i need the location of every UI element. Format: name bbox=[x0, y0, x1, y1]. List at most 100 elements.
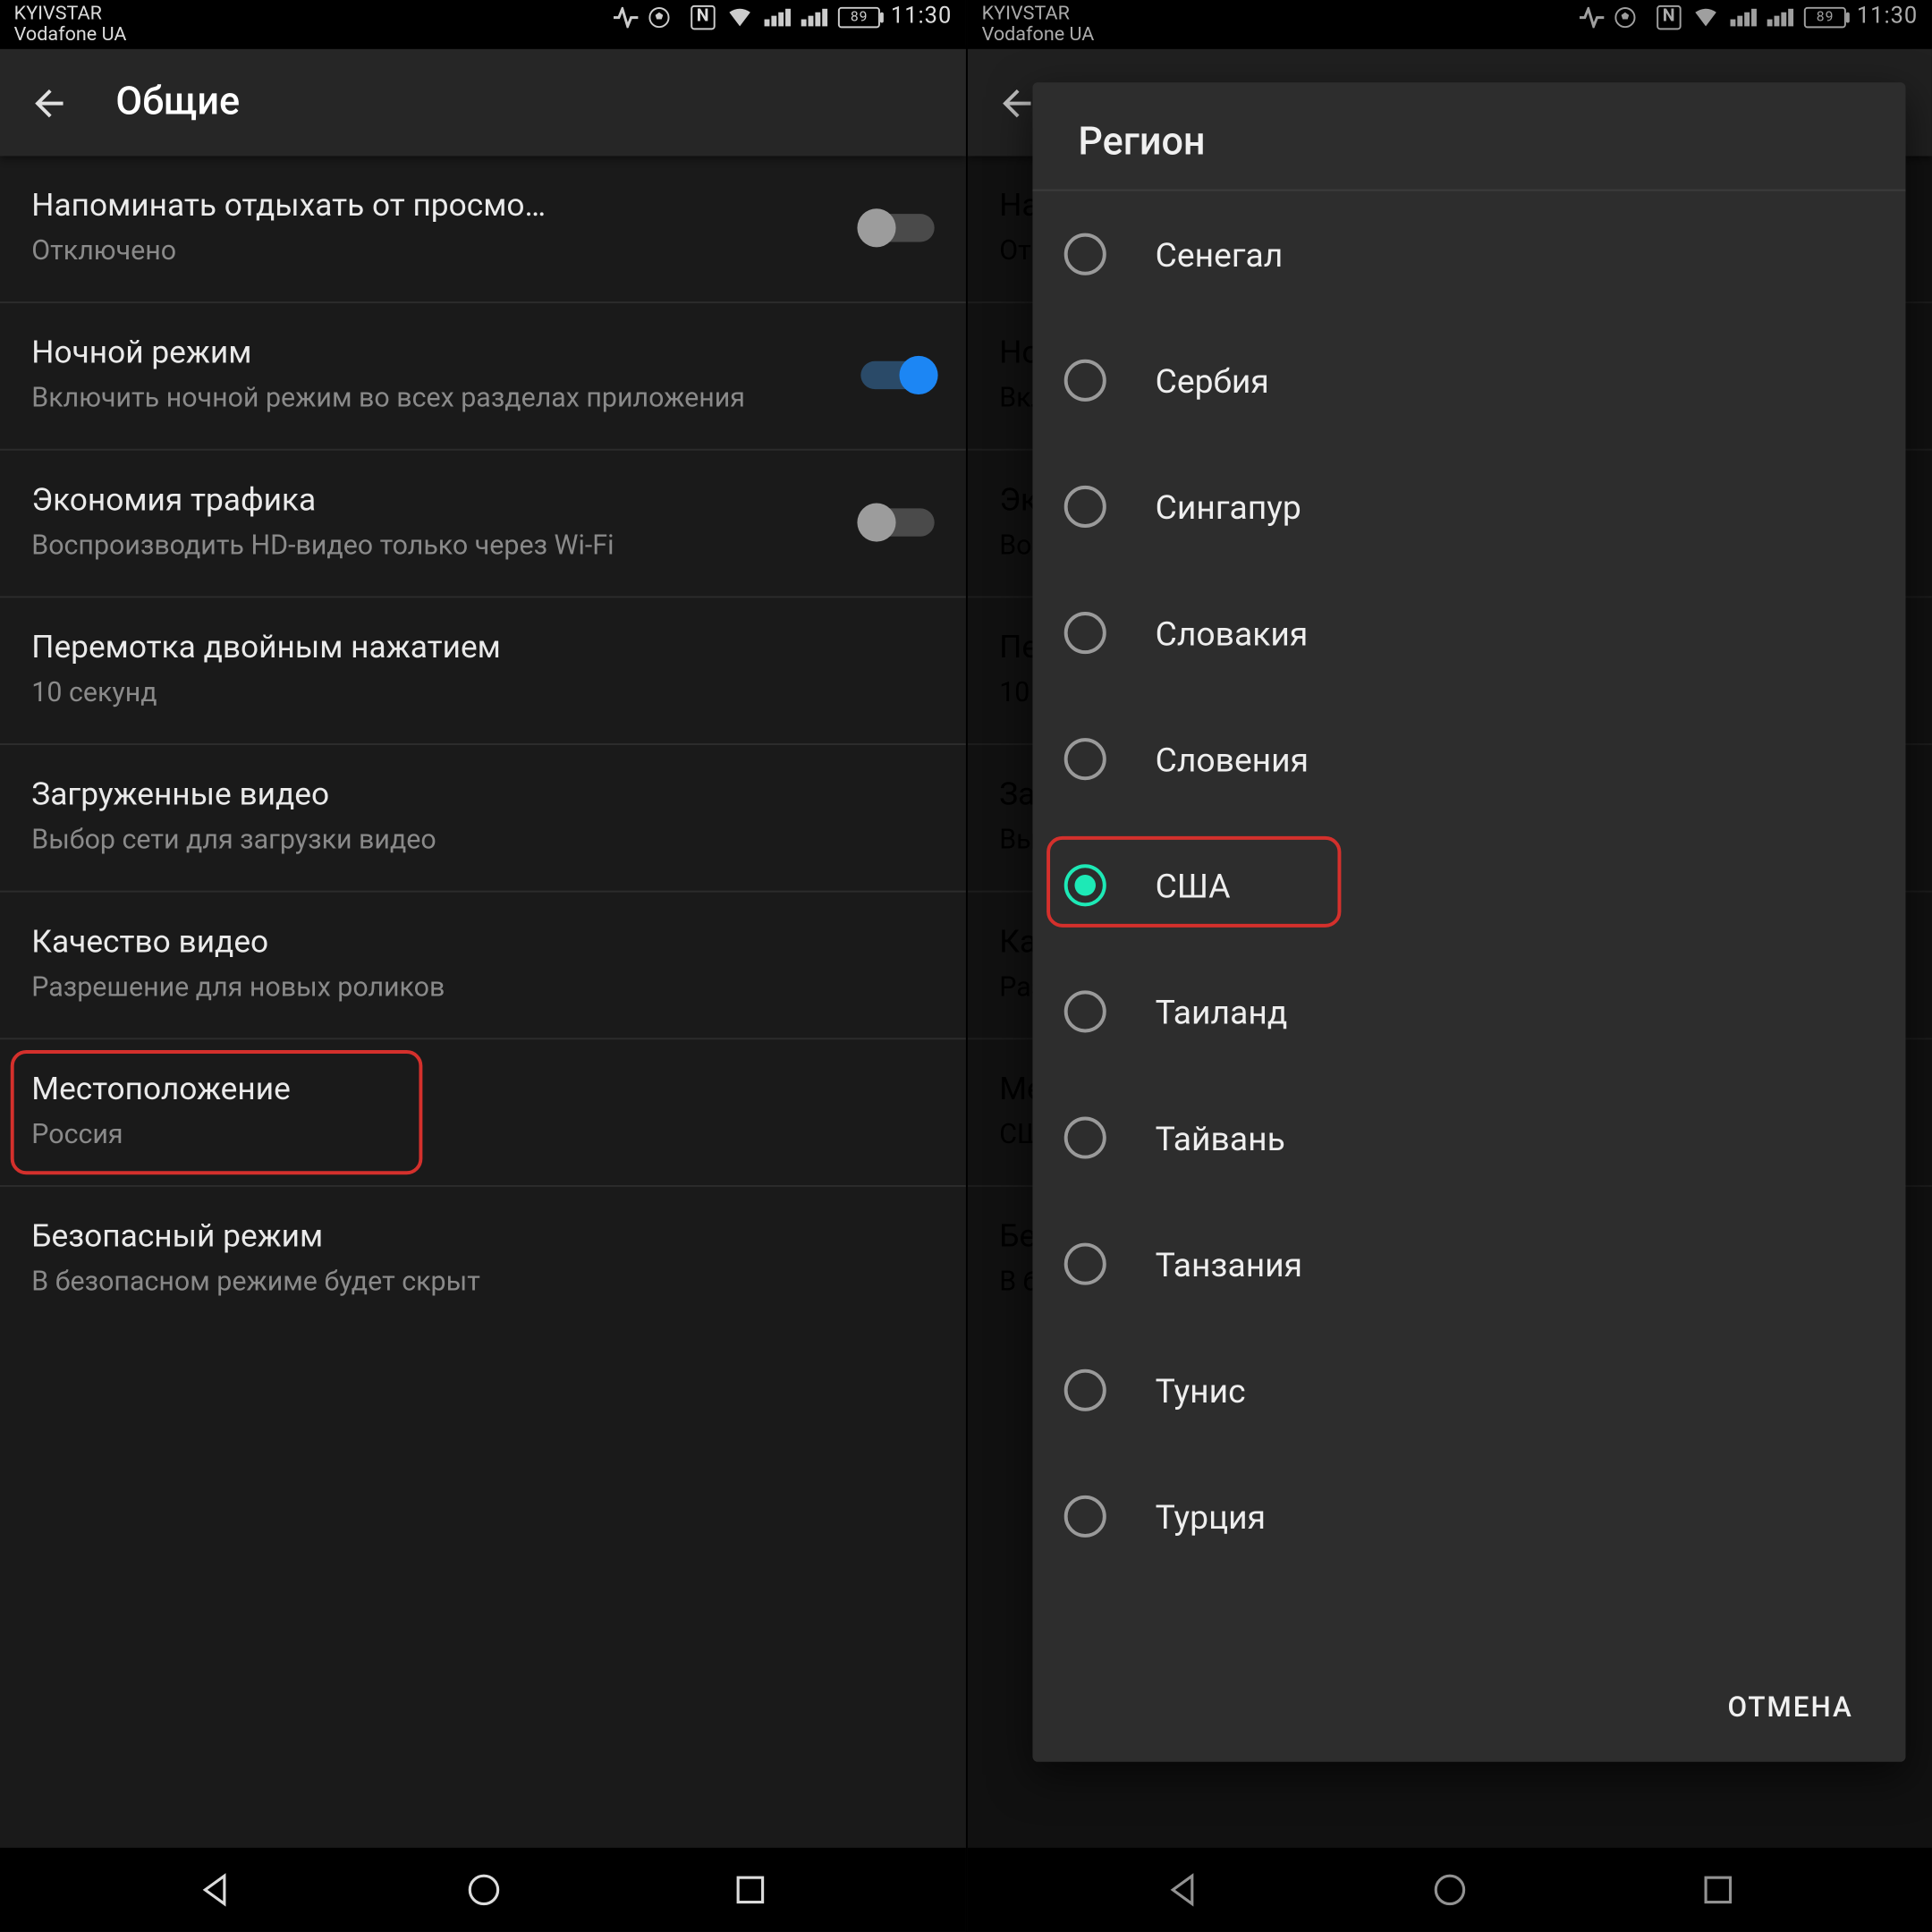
wifi-icon bbox=[726, 6, 754, 28]
option-label: Сербия bbox=[1156, 360, 1269, 401]
option-label: Тунис bbox=[1156, 1370, 1246, 1411]
setting-night-mode[interactable]: Ночной режим Включить ночной режим во вс… bbox=[0, 303, 966, 451]
setting-downloaded-videos[interactable]: Загруженные видео Выбор сети для загрузк… bbox=[0, 745, 966, 893]
activity-icon bbox=[1580, 6, 1604, 28]
radio-icon bbox=[1064, 486, 1106, 528]
app-bar: Общие bbox=[0, 49, 966, 157]
option-label: Сингапур bbox=[1156, 487, 1301, 527]
region-option-thailand[interactable]: Таиланд bbox=[1032, 948, 1905, 1074]
setting-break-reminder[interactable]: Напоминать отдыхать от просмо… Отключено bbox=[0, 156, 966, 303]
arrow-left-icon bbox=[28, 81, 70, 123]
setting-double-tap-seek[interactable]: Перемотка двойным нажатием 10 секунд bbox=[0, 597, 966, 745]
toggle-night-mode[interactable] bbox=[860, 361, 934, 389]
carrier-2: Vodafone UA bbox=[982, 24, 1095, 46]
battery-icon: 89 bbox=[1804, 6, 1846, 28]
carrier-1: KYIVSTAR bbox=[14, 4, 127, 25]
setting-safe-mode[interactable]: Безопасный режим В безопасном режиме буд… bbox=[0, 1187, 966, 1333]
region-option-usa[interactable]: США bbox=[1032, 822, 1905, 948]
circle-home-icon bbox=[465, 1872, 500, 1907]
radio-icon bbox=[1064, 233, 1106, 275]
battery-icon: 89 bbox=[838, 6, 880, 28]
setting-title: Перемотка двойным нажатием bbox=[31, 628, 934, 670]
region-option-tanzania[interactable]: Танзания bbox=[1032, 1201, 1905, 1327]
setting-subtitle: Россия bbox=[31, 1117, 934, 1154]
toggle-break-reminder[interactable] bbox=[860, 214, 934, 242]
signal-1-icon bbox=[1731, 8, 1757, 26]
radio-icon bbox=[1064, 1496, 1106, 1538]
region-option-taiwan[interactable]: Тайвань bbox=[1032, 1074, 1905, 1200]
dialog-actions: ОТМЕНА bbox=[1032, 1658, 1905, 1762]
arrow-left-icon bbox=[996, 81, 1038, 123]
option-label: Словения bbox=[1156, 739, 1309, 779]
region-option-list[interactable]: Сенегал Сербия Сингапур Словакия Словени… bbox=[1032, 191, 1905, 1659]
dialog-title: Регион bbox=[1032, 82, 1905, 191]
clock: 11:30 bbox=[891, 4, 952, 30]
status-bar: KYIVSTAR Vodafone UA N 89 11:30 bbox=[968, 0, 1932, 49]
back-button[interactable] bbox=[14, 67, 84, 137]
nav-back[interactable] bbox=[1130, 1855, 1235, 1925]
signal-2-icon bbox=[1767, 8, 1793, 26]
radio-icon bbox=[1064, 738, 1106, 780]
settings-list: Напоминать отдыхать от просмо… Отключено… bbox=[0, 156, 966, 1847]
cancel-button[interactable]: ОТМЕНА bbox=[1710, 1676, 1870, 1738]
phone-settings: KYIVSTAR Vodafone UA N 89 11:30 bbox=[0, 0, 966, 1932]
radio-icon bbox=[1064, 1243, 1106, 1285]
radio-icon bbox=[1064, 1117, 1106, 1159]
region-dialog: Регион Сенегал Сербия Сингапур Словакия … bbox=[1032, 82, 1905, 1762]
square-recent-icon bbox=[1701, 1874, 1733, 1905]
setting-title: Качество видео bbox=[31, 922, 934, 964]
page-title: Общие bbox=[115, 80, 240, 124]
setting-subtitle: Отключено bbox=[31, 233, 826, 270]
setting-title: Местоположение bbox=[31, 1070, 934, 1112]
nfc-icon: N bbox=[1657, 4, 1681, 29]
region-option-slovenia[interactable]: Словения bbox=[1032, 696, 1905, 822]
signal-2-icon bbox=[801, 8, 827, 26]
clock: 11:30 bbox=[1857, 4, 1918, 30]
option-label: Танзания bbox=[1156, 1244, 1302, 1284]
carrier-2: Vodafone UA bbox=[14, 24, 127, 46]
status-bar: KYIVSTAR Vodafone UA N 89 11:30 bbox=[0, 0, 966, 49]
radio-selected-icon bbox=[1064, 864, 1106, 906]
wifi-icon bbox=[1692, 6, 1720, 28]
triangle-back-icon bbox=[1165, 1872, 1199, 1907]
option-label: Таиланд bbox=[1156, 991, 1288, 1031]
setting-subtitle: Разрешение для новых роликов bbox=[31, 970, 934, 1006]
toggle-data-saver[interactable] bbox=[860, 508, 934, 536]
radio-icon bbox=[1064, 612, 1106, 654]
circle-home-icon bbox=[1432, 1872, 1467, 1907]
region-option-singapore[interactable]: Сингапур bbox=[1032, 444, 1905, 570]
setting-subtitle: Включить ночной режим во всех разделах п… bbox=[31, 380, 826, 417]
setting-title: Экономия трафика bbox=[31, 480, 826, 522]
setting-subtitle: Воспроизводить HD-видео только через Wi-… bbox=[31, 528, 826, 564]
square-recent-icon bbox=[735, 1874, 767, 1905]
option-label: Сенегал bbox=[1156, 234, 1284, 275]
region-option-tunisia[interactable]: Тунис bbox=[1032, 1327, 1905, 1453]
radio-icon bbox=[1064, 990, 1106, 1032]
radio-icon bbox=[1064, 360, 1106, 402]
region-option-serbia[interactable]: Сербия bbox=[1032, 318, 1905, 444]
football-icon bbox=[648, 6, 670, 28]
setting-title: Ночной режим bbox=[31, 333, 826, 375]
nav-back[interactable] bbox=[163, 1855, 268, 1925]
setting-title: Безопасный режим bbox=[31, 1216, 934, 1258]
triangle-back-icon bbox=[198, 1872, 233, 1907]
phone-dialog: KYIVSTAR Vodafone UA N 89 11:30 bbox=[966, 0, 1932, 1932]
signal-1-icon bbox=[765, 8, 791, 26]
setting-video-quality[interactable]: Качество видео Разрешение для новых роли… bbox=[0, 893, 966, 1040]
nav-home[interactable] bbox=[430, 1855, 536, 1925]
setting-title: Напоминать отдыхать от просмо… bbox=[31, 186, 826, 228]
nfc-icon: N bbox=[691, 4, 715, 29]
region-option-senegal[interactable]: Сенегал bbox=[1032, 191, 1905, 318]
nav-recent[interactable] bbox=[1665, 1855, 1770, 1925]
region-option-slovakia[interactable]: Словакия bbox=[1032, 570, 1905, 696]
nav-recent[interactable] bbox=[699, 1855, 804, 1925]
carrier-1: KYIVSTAR bbox=[982, 4, 1095, 25]
setting-location[interactable]: Местоположение Россия bbox=[0, 1039, 966, 1187]
setting-data-saver[interactable]: Экономия трафика Воспроизводить HD-видео… bbox=[0, 451, 966, 598]
nav-home[interactable] bbox=[1397, 1855, 1503, 1925]
option-label: Турция bbox=[1156, 1496, 1266, 1537]
activity-icon bbox=[614, 6, 638, 28]
region-option-turkey[interactable]: Турция bbox=[1032, 1453, 1905, 1580]
navigation-bar bbox=[0, 1848, 966, 1932]
option-label: США bbox=[1156, 865, 1231, 905]
